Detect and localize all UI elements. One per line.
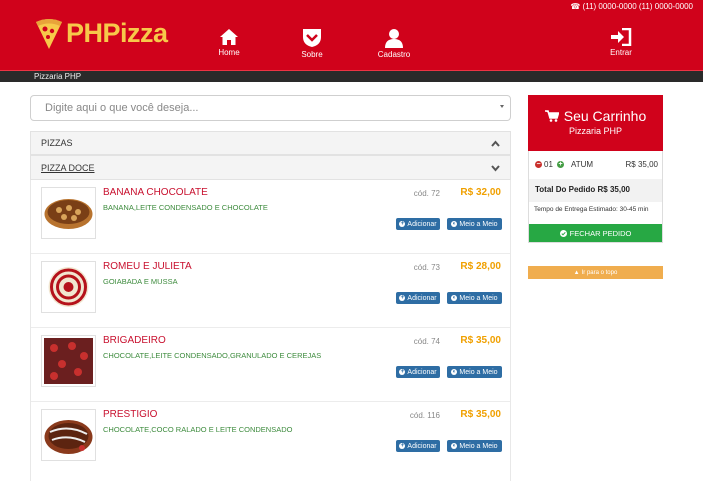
nav-home[interactable]: Home — [199, 28, 259, 57]
search-box[interactable] — [30, 95, 511, 121]
product-description: CHOCOLATE,COCO RALADO E LEITE CONDENSADO — [103, 425, 293, 434]
sign-in-icon — [611, 28, 632, 46]
nav-entrar[interactable]: Entrar — [591, 28, 651, 57]
product-image — [41, 261, 96, 313]
logo-text: PHPizza — [66, 17, 168, 48]
shopping-cart: Seu Carrinho Pizzaria PHP − 01 + ATUM R$… — [528, 95, 663, 243]
product-item: BRIGADEIRO CHOCOLATE,LEITE CONDENSADO,GR… — [31, 328, 510, 402]
product-code: cód. 73 — [413, 263, 440, 272]
product-item: PRESTIGIO CHOCOLATE,COCO RALADO E LEITE … — [31, 402, 510, 476]
cart-body: − 01 + ATUM R$ 35,00 Total Do Pedido R$ … — [528, 151, 663, 243]
product-price: R$ 35,00 — [460, 409, 501, 420]
minus-icon[interactable]: − — [535, 161, 542, 168]
cart-title: Seu Carrinho — [563, 108, 647, 124]
nav-cadastro[interactable]: Cadastro — [364, 28, 424, 59]
top-header: ☎ (11) 0000-0000 (11) 0000-0000 PHPizza … — [0, 0, 703, 70]
half-half-button[interactable]: ◐ Meio a Meio — [447, 440, 502, 452]
back-to-top-button[interactable]: ▲ Ir para o topo — [528, 266, 663, 279]
product-code: cód. 74 — [413, 337, 440, 346]
cart-total: Total Do Pedido R$ 35,00 — [529, 179, 662, 202]
plus-icon: + — [399, 443, 406, 449]
chevron-up-icon: ▲ — [573, 269, 580, 276]
nav-sobre-label: Sobre — [301, 50, 323, 59]
chevron-up-icon[interactable] — [491, 140, 500, 147]
product-price: R$ 28,00 — [460, 261, 501, 272]
nav-sobre[interactable]: Sobre — [282, 28, 342, 59]
half-circle-icon: ◐ — [451, 221, 458, 227]
plus-icon: + — [399, 369, 406, 375]
cart-item-price: R$ 35,00 — [625, 160, 658, 169]
plus-icon: + — [399, 221, 406, 227]
product-name: ROMEU E JULIETA — [103, 261, 192, 272]
half-half-button[interactable]: ◐ Meio a Meio — [447, 218, 502, 230]
add-button[interactable]: + Adicionar — [396, 440, 440, 452]
logo[interactable]: PHPizza — [34, 16, 168, 50]
half-half-button[interactable]: ◐ Meio a Meio — [447, 366, 502, 378]
home-icon — [220, 29, 238, 45]
nav-entrar-label: Entrar — [610, 48, 632, 57]
product-list: BANANA CHOCOLATE BANANA,LEITE CONDENSADO… — [30, 180, 511, 481]
nav-cadastro-label: Cadastro — [377, 50, 411, 59]
product-image — [41, 187, 96, 239]
plus-icon[interactable]: + — [557, 161, 564, 168]
product-name: PRESTIGIO — [103, 409, 158, 420]
cart-item-qty: 01 — [544, 160, 553, 169]
half-circle-icon: ◐ — [451, 443, 458, 449]
product-price: R$ 35,00 — [460, 335, 501, 346]
shield-icon — [303, 29, 321, 47]
add-button[interactable]: + Adicionar — [396, 366, 440, 378]
sub-bar: Pizzaria PHP — [0, 70, 703, 82]
delivery-time: Tempo de Entrega Estimado: 30-45 min — [534, 206, 649, 213]
cart-icon — [544, 110, 559, 122]
product-image — [41, 409, 96, 461]
close-order-button[interactable]: FECHAR PEDIDO — [529, 224, 662, 242]
half-circle-icon: ◐ — [451, 369, 458, 375]
product-code: cód. 116 — [409, 411, 440, 420]
category-pizzas[interactable]: PIZZAS — [30, 131, 511, 155]
category-pizza-doce-label: PIZZA DOCE — [41, 163, 95, 173]
product-description: BANANA,LEITE CONDENSADO E CHOCOLATE — [103, 203, 268, 212]
product-price: R$ 32,00 — [460, 187, 501, 198]
check-circle-icon — [559, 229, 567, 237]
dropdown-caret-icon[interactable] — [500, 105, 504, 108]
cart-item: − 01 + ATUM R$ 35,00 — [529, 151, 662, 179]
product-name: BRIGADEIRO — [103, 335, 166, 346]
cart-header: Seu Carrinho Pizzaria PHP — [528, 95, 663, 151]
product-description: GOIABADA E MUSSA — [103, 277, 178, 286]
user-icon — [385, 29, 403, 48]
product-item: BANANA CHOCOLATE BANANA,LEITE CONDENSADO… — [31, 180, 510, 254]
category-pizza-doce[interactable]: PIZZA DOCE — [30, 155, 511, 180]
half-circle-icon: ◐ — [451, 295, 458, 301]
phone-numbers: ☎ (11) 0000-0000 (11) 0000-0000 — [570, 2, 693, 11]
product-image — [41, 335, 96, 387]
cart-item-name: ATUM — [571, 160, 594, 169]
category-pizzas-label: PIZZAS — [41, 138, 73, 148]
product-name: BANANA CHOCOLATE — [103, 187, 208, 198]
site-subtitle: Pizzaria PHP — [34, 72, 82, 81]
product-item: ROMEU E JULIETA GOIABADA E MUSSA cód. 73… — [31, 254, 510, 328]
half-half-button[interactable]: ◐ Meio a Meio — [447, 292, 502, 304]
product-code: cód. 72 — [413, 189, 440, 198]
product-description: CHOCOLATE,LEITE CONDENSADO,GRANULADO E C… — [103, 351, 322, 360]
plus-icon: + — [399, 295, 406, 301]
nav-home-label: Home — [218, 48, 240, 57]
add-button[interactable]: + Adicionar — [396, 218, 440, 230]
chevron-down-icon[interactable] — [491, 165, 500, 172]
cart-subtitle: Pizzaria PHP — [568, 126, 622, 136]
pizza-slice-icon — [36, 19, 62, 49]
add-button[interactable]: + Adicionar — [396, 292, 440, 304]
search-input[interactable] — [45, 96, 485, 120]
